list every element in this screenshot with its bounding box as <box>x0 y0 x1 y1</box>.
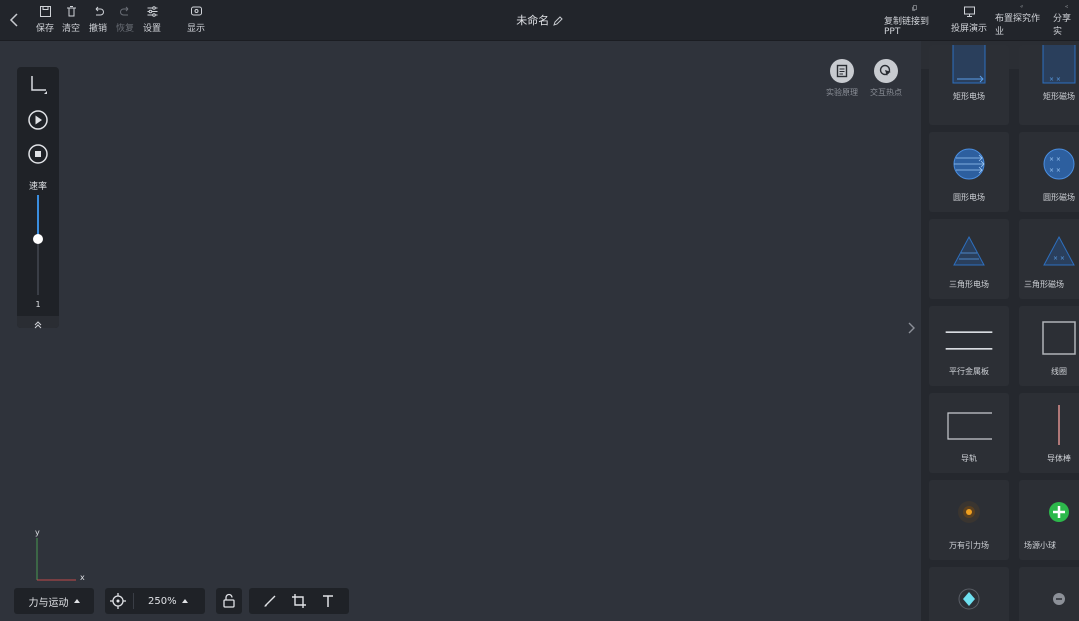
gravity-field-icon <box>944 490 994 534</box>
component-label: 万有引力场 <box>949 541 989 550</box>
collapse-panel-button[interactable] <box>17 316 59 329</box>
stop-icon[interactable] <box>27 143 49 165</box>
copy-link-label: 复制链接到PPT <box>884 17 930 37</box>
axis-x-label: x <box>80 573 85 582</box>
locate-center-icon[interactable] <box>105 588 131 614</box>
speed-label: 速率 <box>28 182 47 192</box>
component-label: 圆形电场 <box>953 193 985 202</box>
circle-magnetic-field-icon: × × × × <box>1034 142 1079 186</box>
mode-label: 力与运动 <box>28 597 69 609</box>
axis-y-label: y <box>35 528 40 537</box>
drawing-tools <box>249 588 349 614</box>
component-label: 三角形磁场 <box>1024 280 1064 289</box>
mode-selector[interactable]: 力与运动 <box>14 588 94 614</box>
assign-homework-button[interactable]: 布置探究作业 <box>995 5 1047 37</box>
component-conductor-rod[interactable]: 导体棒 <box>1019 393 1079 473</box>
component-gravity-field[interactable]: 万有引力场 <box>929 480 1009 560</box>
speed-value: 1 <box>35 300 41 309</box>
component-label: 圆形磁场 <box>1043 193 1075 202</box>
cast-button[interactable]: 投屏演示 <box>951 5 987 37</box>
crop-icon[interactable] <box>291 593 307 609</box>
brush-icon[interactable] <box>262 593 278 609</box>
component-rail[interactable]: 导轨 <box>929 393 1009 473</box>
top-toolbar: 保存 清空 撤销 恢复 设置 显示 未命名 复制链接到PPT 投屏演示 布置探究… <box>0 0 1079 41</box>
particle-icon <box>944 577 994 621</box>
coil-icon <box>1034 316 1079 360</box>
text-tool-icon[interactable] <box>320 593 336 609</box>
playback-control-panel: 速率 1 <box>17 67 59 329</box>
component-label: 线圈 <box>1051 367 1067 376</box>
component-label: 场源小球 <box>1024 541 1056 550</box>
experiment-principle-label: 实验原理 <box>826 88 858 97</box>
component-label: 三角形电场 <box>949 280 989 289</box>
triangle-magnetic-field-icon: × × <box>1034 229 1079 273</box>
share-button[interactable]: 分享实 <box>1053 5 1079 37</box>
neutral-particle-icon <box>1034 577 1079 621</box>
svg-text:× ×: × × <box>1049 167 1061 174</box>
component-label: 矩形磁场 <box>1043 92 1075 101</box>
svg-text:× ×: × × <box>1049 76 1061 83</box>
component-rect-magnetic-field[interactable]: × × 矩形磁场 <box>1019 45 1079 125</box>
speed-slider-fill <box>37 195 39 239</box>
speed-slider-thumb[interactable] <box>33 234 43 244</box>
pointer-icon <box>879 64 891 76</box>
caret-up-icon <box>73 599 80 603</box>
lock-button[interactable] <box>216 588 242 614</box>
svg-text:× ×: × × <box>1053 255 1065 262</box>
share-icon <box>1064 5 1068 8</box>
component-label: 导体棒 <box>1047 454 1071 463</box>
copy-link-icon <box>911 5 917 11</box>
component-library-panel: 矩形电场 × × 矩形磁场 圆形电场 × × × × 圆形磁场 三角形电场 × ×… <box>921 41 1079 621</box>
edit-icon[interactable] <box>552 16 563 26</box>
component-rect-electric-field[interactable]: 矩形电场 <box>929 45 1009 125</box>
play-icon[interactable] <box>27 109 49 131</box>
rail-icon <box>944 403 994 447</box>
triangle-electric-field-icon <box>944 229 994 273</box>
component-label: 平行金属板 <box>949 367 989 376</box>
component-coil[interactable]: 线圈 <box>1019 306 1079 386</box>
cast-label: 投屏演示 <box>951 24 988 34</box>
component-circle-electric-field[interactable]: 圆形电场 <box>929 132 1009 212</box>
circle-electric-field-icon <box>944 142 994 186</box>
interactive-hotspot-label: 交互热点 <box>870 88 902 97</box>
caret-up-icon <box>181 599 188 603</box>
conductor-rod-icon <box>1034 403 1079 447</box>
component-triangle-magnetic-field[interactable]: × × 三角形磁场 <box>1019 219 1079 299</box>
experiment-principle-button[interactable]: 实验原理 <box>819 59 865 98</box>
unlock-icon <box>223 593 235 608</box>
chevron-up-double-icon <box>34 321 42 329</box>
rect-magnetic-field-icon: × × <box>1034 45 1079 85</box>
title-text: 未命名 <box>516 14 550 27</box>
copy-link-button[interactable]: 复制链接到PPT <box>884 5 944 37</box>
send-icon <box>1019 5 1023 8</box>
component-label: 矩形电场 <box>953 92 985 101</box>
component-source-ball[interactable]: 场源小球 <box>1019 480 1079 560</box>
component-triangle-electric-field[interactable]: 三角形电场 <box>929 219 1009 299</box>
assign-homework-label: 布置探究作业 <box>995 14 1041 37</box>
svg-text:× ×: × × <box>1049 156 1061 163</box>
expand-panel-arrow-icon[interactable] <box>906 321 916 335</box>
zoom-control: 250% <box>105 588 205 614</box>
rect-electric-field-icon <box>944 45 994 85</box>
share-label: 分享实 <box>1053 14 1072 37</box>
component-circle-magnetic-field[interactable]: × × × × 圆形磁场 <box>1019 132 1079 212</box>
component-label: 导轨 <box>961 454 977 463</box>
component-neutral-particle[interactable] <box>1019 567 1079 621</box>
parallel-plates-icon <box>944 316 994 360</box>
component-particle[interactable] <box>929 567 1009 621</box>
interactive-hotspot-button[interactable]: 交互热点 <box>863 59 909 98</box>
component-parallel-plates[interactable]: 平行金属板 <box>929 306 1009 386</box>
document-icon <box>836 64 848 78</box>
axis-toggle-icon[interactable] <box>27 73 49 95</box>
source-ball-icon <box>1034 490 1079 534</box>
cast-icon <box>963 6 975 17</box>
zoom-level[interactable]: 250% <box>148 596 177 607</box>
coordinate-axis-indicator: y x <box>30 528 90 588</box>
